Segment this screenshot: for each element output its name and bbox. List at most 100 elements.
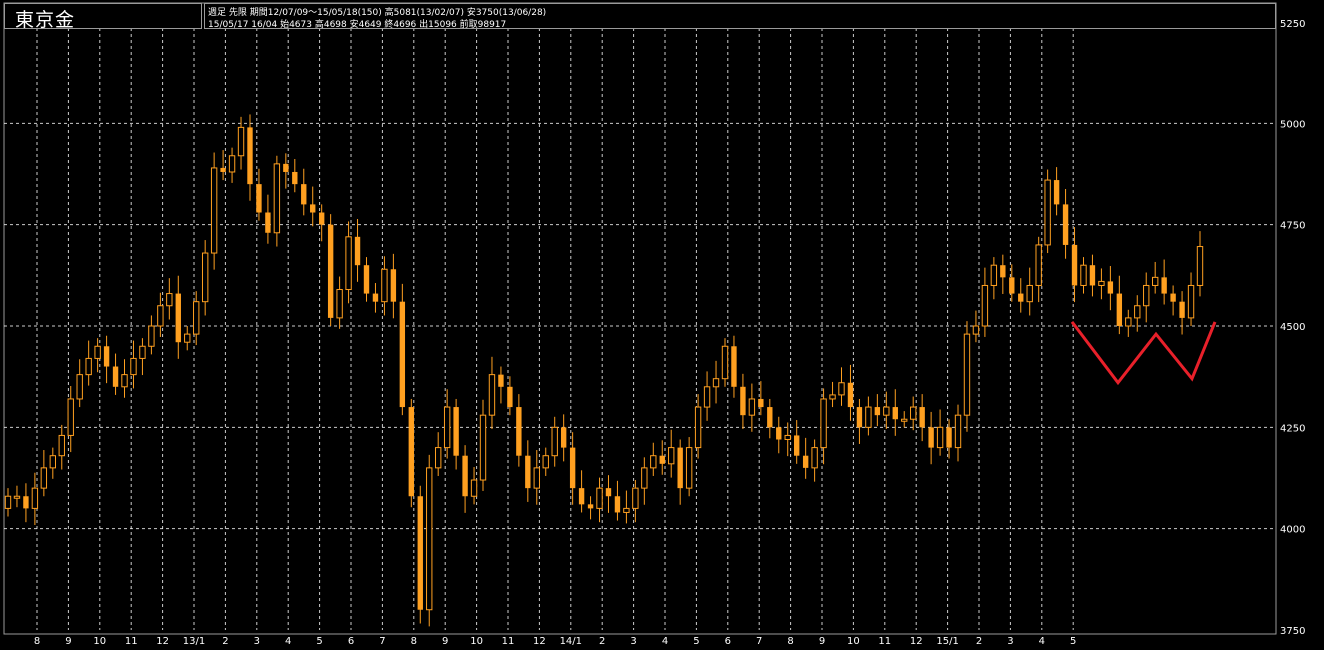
candle-body-down [327,224,334,318]
candle-body-down [220,167,226,172]
candle-body-down [301,184,307,205]
x-tick-label: 4 [662,636,668,647]
candle-body-down [847,382,854,408]
candle-body-up [963,333,971,416]
x-tick-label: 4 [285,636,291,647]
info-panel: 週足 先限 期間12/07/09～15/05/18(150) 高5081(13/… [204,3,1276,30]
candle-body-down [318,212,325,225]
candle-body-down [614,496,621,513]
candle-body-up [381,268,388,303]
candle-body-down [516,407,522,456]
x-tick-label: 11 [878,636,891,647]
candle-body-down [605,488,612,497]
x-tick-label: 10 [470,636,483,647]
candle [1044,169,1051,254]
candle-body-up [488,374,496,416]
candle-body-up [811,447,818,469]
candle-body-down [677,447,683,489]
x-tick-label: 12 [910,636,923,647]
candle-body-down [659,455,665,464]
candle-body-up [981,284,989,327]
x-tick-label: 14/1 [560,636,582,647]
x-tick-label: 3 [1007,636,1013,647]
candle-body-down [103,346,110,367]
candle-body-down [740,386,746,416]
candle-body-up [1196,246,1204,286]
candle-body-up [784,434,791,440]
x-tick-label: 6 [725,636,731,647]
candle-body-up [237,126,245,157]
candle-body-down [731,346,737,387]
candle-body-down [1179,301,1185,318]
candle-body-down [767,407,773,428]
x-tick-label: 11 [125,636,138,647]
candle-body-up [345,236,352,291]
candle-body-down [310,204,316,213]
x-tick-label: 2 [599,636,605,647]
candle-body-down [1161,277,1167,294]
candle-body-up [139,345,146,359]
candle-body-up [210,167,218,254]
candle-body-down [408,407,414,497]
candle-body-up [668,447,675,465]
candle-body-up [1026,284,1033,303]
candle [426,454,433,627]
y-tick-label: 4500 [1280,322,1305,333]
candle [408,398,414,508]
candle [273,155,281,247]
candle-body-down [1089,265,1096,286]
candle-body-down [498,374,504,387]
candle-body-up [479,414,487,481]
instrument-title-box: 東京金 [4,3,202,31]
candle-body-down [874,407,881,416]
x-tick-label: 7 [379,636,385,647]
candle-body-up [1098,280,1105,286]
x-tick-label: 5 [316,636,322,647]
candle-body-up [157,305,164,327]
candle-body-down [1116,293,1123,326]
y-tick-label: 4000 [1280,525,1305,536]
candle-body-down [247,127,253,185]
x-tick-label: 2 [222,636,228,647]
y-tick-label: 4750 [1280,221,1305,232]
candle-body-down [390,269,397,302]
x-tick-label: 7 [756,636,762,647]
x-tick-label: 15/1 [936,636,958,647]
candle-body-up [130,357,137,376]
candle-body-down [354,236,361,266]
candle-body-up [58,434,65,457]
candle-body-up [820,398,827,449]
candle-body-down [292,171,298,185]
candle-body-up [273,163,281,234]
candle-body-up [829,394,836,400]
instrument-title: 東京金 [15,9,76,31]
candle-body-up [641,467,648,489]
candle-body-down [283,163,289,172]
y-tick-label: 4250 [1280,423,1305,434]
candle-body-down [372,293,379,302]
candle-body-up [435,447,442,469]
candle-body-up [148,325,155,347]
candle-body-up [596,487,603,509]
candle-body-up [443,406,451,449]
y-tick-label: 5250 [1280,19,1305,30]
x-tick-label: 8 [34,636,40,647]
candle-body-down [399,301,406,408]
candle-body-down [946,427,952,448]
candle-body-up [910,406,917,420]
candle-body-down [1062,204,1069,245]
candle-body-up [1125,317,1132,327]
candle-body-down [587,504,594,509]
candle-body-up [703,386,711,408]
candle-body-down [856,407,863,428]
candle-body-down [507,386,513,408]
x-tick-label: 9 [442,636,448,647]
candle-body-up [685,447,693,489]
candle-body-down [776,427,782,440]
candle-body-up [1151,276,1159,286]
candle-body-up [1134,305,1141,319]
candle-body-up [990,264,998,286]
candle-body-up [31,487,39,509]
candle-body-up [166,293,173,307]
candle-body-up [228,155,236,173]
